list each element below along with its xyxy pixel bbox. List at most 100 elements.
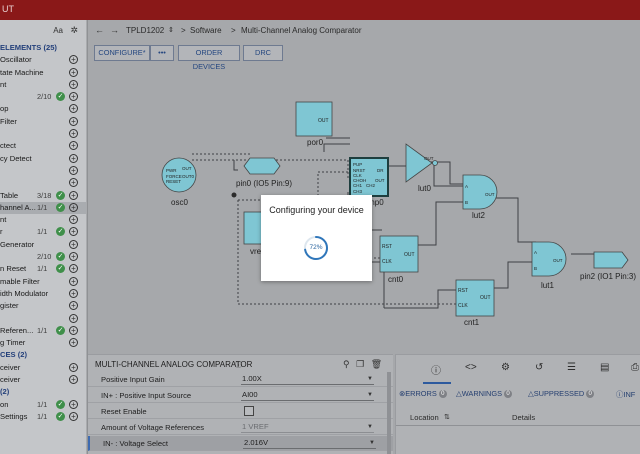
info-filter[interactable]: ⓘINF bbox=[616, 389, 635, 400]
add-element-icon[interactable]: + bbox=[69, 79, 78, 89]
sidebar-item[interactable]: ctect + bbox=[0, 140, 86, 152]
sort-icon[interactable]: ⇅ bbox=[444, 413, 450, 421]
sidebar-item[interactable]: Oscillator + bbox=[0, 54, 86, 66]
sidebar-item[interactable]: Filter + bbox=[0, 116, 86, 128]
settings-tab-icon[interactable]: ⚙ bbox=[501, 362, 510, 373]
details-column-header[interactable]: Details bbox=[512, 413, 535, 422]
history-tab-icon[interactable]: ↺ bbox=[535, 362, 543, 373]
sidebar-item[interactable]: ceiver + bbox=[0, 362, 86, 374]
sidebar-section-header[interactable]: ELEMENTS (25) bbox=[0, 42, 86, 54]
forward-arrow-icon[interactable]: → bbox=[110, 25, 119, 35]
add-element-icon[interactable]: + bbox=[69, 165, 78, 175]
add-element-icon[interactable]: + bbox=[69, 153, 78, 163]
delete-icon[interactable]: 🗑 bbox=[371, 359, 382, 369]
add-element-icon[interactable]: + bbox=[69, 141, 78, 151]
block-osc0[interactable]: PWR OUT FORCE RESET OUT0 osc0 bbox=[161, 157, 197, 207]
add-element-icon[interactable]: + bbox=[69, 227, 78, 237]
sidebar-item[interactable]: mable Filter + bbox=[0, 276, 86, 288]
print-tab-icon[interactable]: ⎙ bbox=[631, 362, 639, 373]
sidebar-section-header[interactable]: (2) bbox=[0, 386, 86, 398]
sidebar-item[interactable]: 2/10 ✓ + bbox=[0, 251, 86, 263]
add-element-icon[interactable]: + bbox=[69, 313, 78, 323]
block-lut1[interactable]: A B OUT lut1 bbox=[531, 241, 567, 290]
add-element-icon[interactable]: + bbox=[69, 276, 78, 286]
block-lut2[interactable]: A B OUT lut2 bbox=[462, 174, 498, 220]
add-element-icon[interactable]: + bbox=[69, 252, 78, 262]
back-arrow-icon[interactable]: ← bbox=[95, 25, 104, 35]
add-element-icon[interactable]: + bbox=[69, 288, 78, 298]
sidebar-item[interactable]: Table 3/18 ✓ + bbox=[0, 190, 86, 202]
sidebar-item[interactable]: g Timer + bbox=[0, 337, 86, 349]
sidebar-item[interactable]: hannel A... 1/1 ✓ + bbox=[0, 201, 86, 215]
add-element-icon[interactable]: + bbox=[69, 399, 78, 409]
block-cnt1[interactable]: RST CLK OUT cnt1 bbox=[455, 279, 495, 327]
search-icon[interactable]: ⚲ bbox=[343, 359, 350, 369]
sidebar-section-header[interactable]: CES (2) bbox=[0, 349, 86, 361]
block-pin2[interactable]: pin2 (IO1 Pin:3) bbox=[580, 251, 636, 281]
add-element-icon[interactable]: + bbox=[69, 55, 78, 65]
sidebar-item[interactable]: op + bbox=[0, 103, 86, 115]
block-pin0[interactable]: pin0 (IO5 Pin:9) bbox=[236, 157, 292, 188]
add-element-icon[interactable]: + bbox=[69, 202, 78, 212]
property-select[interactable]: 2.016V ▼ bbox=[243, 437, 376, 449]
sidebar-item[interactable]: Generator + bbox=[0, 239, 86, 251]
more-options-button[interactable]: ••• bbox=[150, 45, 174, 61]
sidebar-item[interactable]: cy Detect + bbox=[0, 153, 86, 165]
sidebar-item[interactable]: n Reset 1/1 ✓ + bbox=[0, 263, 86, 275]
order-devices-button[interactable]: ORDER DEVICES bbox=[178, 45, 240, 71]
property-select[interactable]: 1.00X ▼ bbox=[241, 373, 374, 385]
sidebar-item[interactable]: + bbox=[0, 177, 86, 189]
add-element-icon[interactable]: + bbox=[69, 375, 78, 385]
add-element-icon[interactable]: + bbox=[69, 362, 78, 372]
sidebar-item[interactable]: on 1/1 ✓ + bbox=[0, 399, 86, 411]
errors-filter[interactable]: ⊗ERRORS 0 bbox=[399, 389, 447, 398]
add-element-icon[interactable]: + bbox=[69, 239, 78, 249]
add-element-icon[interactable]: + bbox=[69, 67, 78, 77]
info-tab-icon[interactable]: ⓘ bbox=[431, 362, 441, 377]
suppressed-filter[interactable]: △SUPPRESSED 0 bbox=[528, 389, 595, 398]
block-cnt0[interactable]: RST CLK OUT cnt0 bbox=[379, 235, 419, 284]
sidebar-item[interactable]: r 1/1 ✓ + bbox=[0, 226, 86, 238]
add-element-icon[interactable]: + bbox=[69, 190, 78, 200]
add-element-icon[interactable]: + bbox=[69, 215, 78, 225]
property-select[interactable]: AI00 ▼ bbox=[241, 389, 374, 401]
warnings-filter[interactable]: △WARNINGS 0 bbox=[456, 389, 513, 398]
reset-enable-checkbox[interactable] bbox=[244, 406, 254, 416]
sort-alpha-button[interactable]: Aa bbox=[53, 26, 63, 35]
document-tab-icon[interactable]: ▤ bbox=[600, 362, 609, 373]
add-element-icon[interactable]: + bbox=[69, 301, 78, 311]
add-element-icon[interactable]: + bbox=[69, 325, 78, 335]
add-element-icon[interactable]: + bbox=[69, 338, 78, 348]
code-tab-icon[interactable]: <> bbox=[465, 362, 477, 373]
sidebar-item[interactable]: gister + bbox=[0, 300, 86, 312]
sidebar-settings-icon[interactable]: ✲ bbox=[70, 25, 78, 36]
add-element-icon[interactable]: + bbox=[69, 178, 78, 188]
sidebar-item[interactable]: + bbox=[0, 165, 86, 177]
device-switch-icon[interactable]: ⇕ bbox=[168, 26, 174, 34]
sidebar-item[interactable]: 2/10 ✓ + bbox=[0, 91, 86, 103]
add-element-icon[interactable]: + bbox=[69, 104, 78, 114]
sidebar-item[interactable]: Settings 1/1 ✓ + bbox=[0, 411, 86, 423]
sidebar-item[interactable]: Referen... 1/1 ✓ + bbox=[0, 325, 86, 337]
sidebar-item[interactable]: + bbox=[0, 313, 86, 325]
copy-icon[interactable]: ❐ bbox=[356, 359, 364, 369]
properties-scrollbar[interactable] bbox=[387, 372, 391, 454]
add-element-icon[interactable]: + bbox=[69, 92, 78, 102]
sidebar-item[interactable]: idth Modulator + bbox=[0, 288, 86, 300]
breadcrumb-software[interactable]: Software bbox=[190, 26, 222, 35]
drc-button[interactable]: DRC bbox=[243, 45, 283, 61]
info-icon[interactable]: ⓘ bbox=[235, 360, 242, 370]
add-element-icon[interactable]: + bbox=[69, 129, 78, 139]
sidebar-item[interactable]: nt + bbox=[0, 79, 86, 91]
block-lut0[interactable]: OUT lut0 bbox=[405, 143, 438, 193]
block-por0[interactable]: OUT por0 bbox=[295, 101, 333, 147]
sidebar-item[interactable]: tate Machine + bbox=[0, 67, 86, 79]
sidebar-item[interactable]: + bbox=[0, 128, 86, 140]
breadcrumb-device[interactable]: TPLD1202 bbox=[126, 26, 164, 35]
sidebar-item[interactable]: ceiver + bbox=[0, 374, 86, 386]
sidebar-item[interactable]: nt + bbox=[0, 214, 86, 226]
add-element-icon[interactable]: + bbox=[69, 411, 78, 421]
location-column-header[interactable]: Location bbox=[410, 413, 439, 422]
sliders-tab-icon[interactable]: ☰ bbox=[567, 362, 576, 373]
add-element-icon[interactable]: + bbox=[69, 264, 78, 274]
